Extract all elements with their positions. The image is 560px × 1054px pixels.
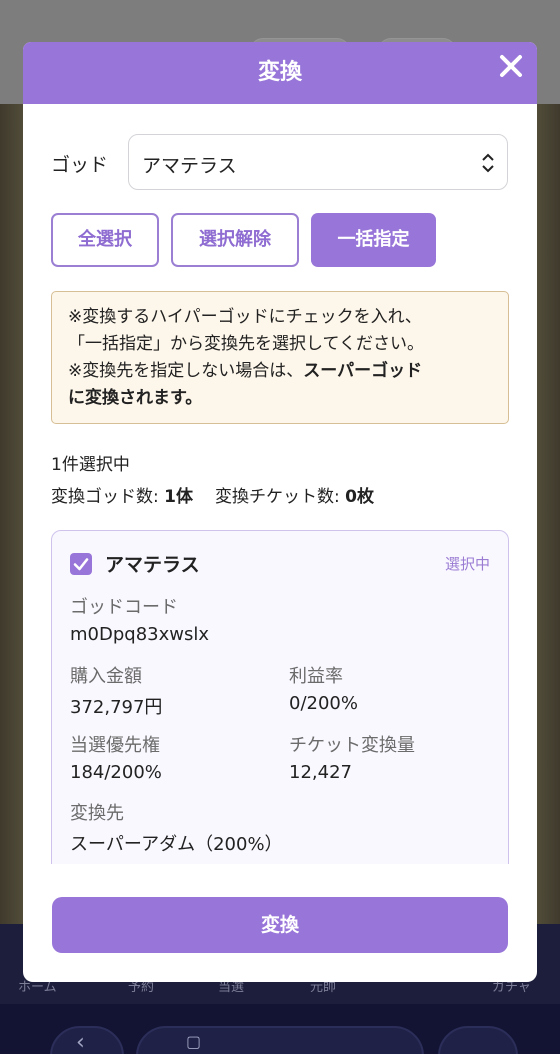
god-label: ゴッド — [51, 154, 109, 176]
god-card[interactable]: アマテラス 選択中 ゴッドコード m0Dpq83xwslx 購入金額 372,7… — [51, 530, 509, 864]
ticket-count-label: 変換チケット数: — [214, 487, 340, 507]
god-checkbox[interactable] — [70, 553, 92, 575]
close-icon — [500, 55, 522, 77]
selected-badge: 選択中 — [444, 555, 490, 573]
chevron-left-icon: ‹ — [76, 1030, 85, 1054]
back-button — [50, 1026, 124, 1054]
purchase-label: 購入金額 — [70, 666, 142, 687]
updown-chevron-icon — [482, 153, 494, 173]
address-bar — [136, 1026, 424, 1054]
modal-title: 変換 — [257, 60, 302, 85]
notice-box: ※変換するハイパーゴッドにチェックを入れ、 「一括指定」から変換先を選択してくだ… — [51, 291, 509, 424]
modal-header: 変換 — [23, 42, 537, 104]
god-code-value: m0Dpq83xwslx — [70, 624, 210, 645]
convert-modal: 変換 ゴッド アマテラス 全選択 選択解除 一括指定 ※変換するハイパーゴッドに… — [23, 42, 537, 982]
god-select[interactable]: アマテラス — [128, 134, 508, 190]
notice-line: 「一括指定」から変換先を選択してください。 — [68, 334, 424, 354]
priority-value: 184/200% — [70, 762, 162, 783]
target-label: 変換先 — [70, 803, 124, 824]
god-list[interactable]: アマテラス 選択中 ゴッドコード m0Dpq83xwslx 購入金額 372,7… — [51, 530, 509, 864]
checkmark-icon — [73, 558, 89, 571]
notice-emphasis: に変換されます。 — [68, 388, 203, 408]
profit-value: 0/200% — [289, 693, 358, 714]
select-all-button[interactable]: 全選択 — [51, 213, 159, 267]
purchase-value: 372,797円 — [70, 697, 163, 718]
ticket-label: チケット変換量 — [289, 735, 415, 756]
god-count-value: 1体 — [164, 487, 193, 507]
notice-line: ※変換するハイパーゴッドにチェックを入れ、 — [68, 307, 422, 327]
close-button[interactable] — [497, 52, 525, 80]
notice-emphasis: スーパーゴッド — [303, 361, 423, 381]
god-name: アマテラス — [105, 554, 200, 576]
selected-count: 1件選択中 — [51, 455, 130, 475]
profit-label: 利益率 — [289, 666, 343, 687]
target-value: スーパーアダム（200%） — [70, 834, 283, 855]
browser-toolbar: ‹ ▢ — [0, 1004, 560, 1054]
ticket-count-value: 0枚 — [345, 487, 374, 507]
god-select-value: アマテラス — [142, 155, 237, 177]
tabs-icon: ▢ — [186, 1032, 202, 1051]
notice-text: ※変換先を指定しない場合は、 — [68, 361, 304, 381]
god-code-label: ゴッドコード — [70, 597, 178, 618]
bulk-assign-button[interactable]: 一括指定 — [311, 213, 436, 267]
conversion-summary: 変換ゴッド数: 1体 変換チケット数: 0枚 — [51, 482, 374, 507]
menu-button — [438, 1026, 518, 1054]
notice-line: ※変換先を指定しない場合は、スーパーゴッド — [68, 358, 494, 385]
ticket-value: 12,427 — [289, 762, 352, 783]
convert-button[interactable]: 変換 — [52, 897, 508, 953]
god-count-label: 変換ゴッド数: — [51, 487, 159, 507]
deselect-button[interactable]: 選択解除 — [171, 213, 299, 267]
priority-label: 当選優先権 — [70, 735, 160, 756]
